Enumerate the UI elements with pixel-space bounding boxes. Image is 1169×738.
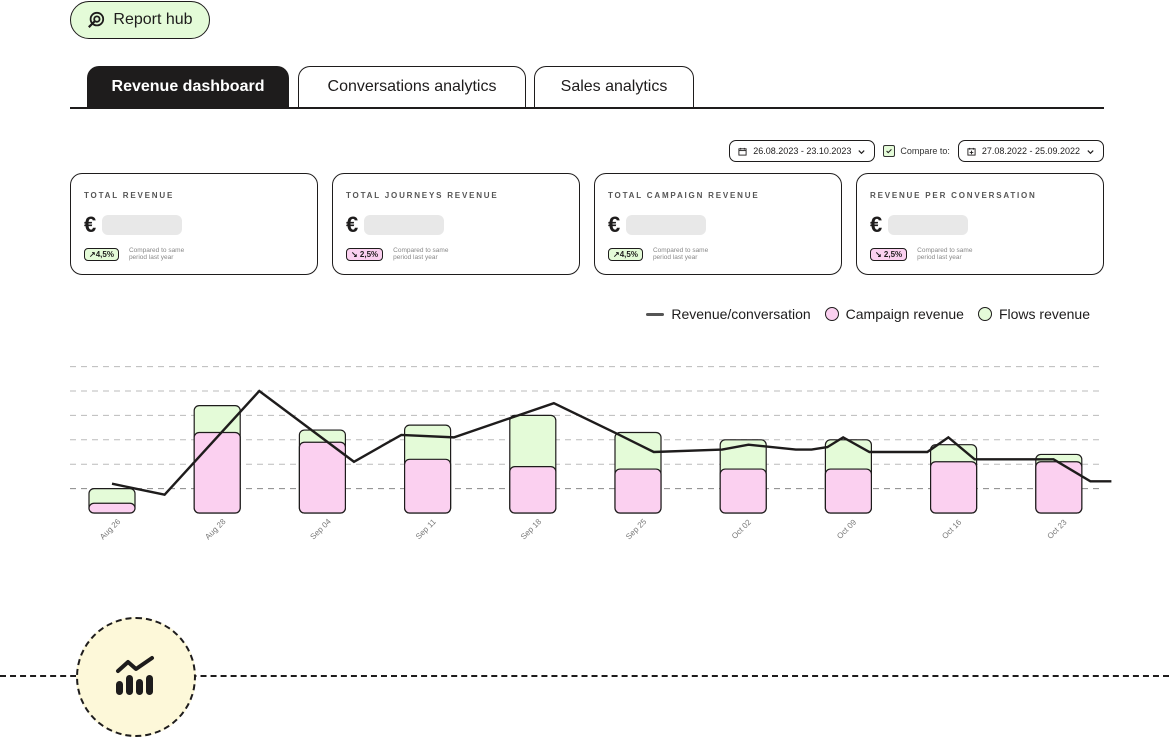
date-range-value: 26.08.2023 - 23.10.2023 bbox=[753, 146, 852, 156]
currency-symbol: € bbox=[346, 212, 359, 237]
compare-label: Compare to: bbox=[900, 146, 950, 156]
compare-toggle: Compare to: bbox=[883, 145, 950, 157]
line-swatch-icon bbox=[646, 312, 665, 316]
legend-label: Campaign revenue bbox=[845, 306, 964, 322]
comparison-note: Compared to same period last year bbox=[917, 247, 973, 261]
calendar-plus-icon bbox=[967, 147, 976, 156]
report-hub-label: Report hub bbox=[113, 11, 193, 28]
kpi-card-revenue-per-conversation: REVENUE PER CONVERSATION € ↘ 2,5% Compare… bbox=[856, 173, 1104, 275]
currency-symbol: € bbox=[84, 212, 97, 237]
bar-campaign-revenue bbox=[929, 461, 978, 514]
chevron-down-icon bbox=[1087, 149, 1094, 154]
compare-range-picker[interactable]: 27.08.2022 - 25.09.2022 bbox=[957, 140, 1104, 162]
x-tick-label: Sep 18 bbox=[519, 517, 544, 542]
compare-checkbox[interactable] bbox=[883, 145, 896, 157]
analytics-badge bbox=[76, 617, 196, 737]
tab-conversations-analytics[interactable]: Conversations analytics bbox=[298, 66, 526, 107]
change-badge: ↘ 2,5% bbox=[870, 247, 908, 261]
compare-range-value: 27.08.2022 - 25.09.2022 bbox=[981, 146, 1080, 156]
x-tick-label: Aug 26 bbox=[98, 517, 123, 542]
date-filters: 26.08.2023 - 23.10.2023 Compare to: 27.0… bbox=[729, 140, 1104, 162]
check-icon bbox=[886, 149, 893, 154]
legend-item-campaign-revenue[interactable]: Campaign revenue bbox=[824, 306, 964, 322]
bar-campaign-revenue bbox=[404, 458, 452, 514]
bar-campaign-revenue bbox=[88, 502, 136, 514]
kpi-card-campaign-revenue: TOTAL CAMPAIGN REVENUE € ↗4,5% Compared t… bbox=[594, 173, 842, 275]
date-range-picker[interactable]: 26.08.2023 - 23.10.2023 bbox=[729, 140, 876, 162]
chart-growth-icon bbox=[116, 656, 154, 695]
tab-sales-analytics[interactable]: Sales analytics bbox=[534, 66, 694, 107]
bar-campaign-revenue bbox=[719, 468, 767, 514]
chevron-down-icon bbox=[858, 149, 865, 154]
flows-swatch-icon bbox=[977, 307, 992, 321]
value-placeholder bbox=[888, 215, 969, 235]
legend-label: Flows revenue bbox=[998, 306, 1090, 322]
legend-label: Revenue/conversation bbox=[671, 306, 811, 322]
x-tick-label: Aug 28 bbox=[203, 517, 228, 542]
value-placeholder bbox=[102, 215, 183, 235]
x-tick-label: Sep 04 bbox=[308, 517, 333, 542]
x-tick-label: Oct 23 bbox=[1046, 517, 1069, 540]
card-title: TOTAL JOURNEYS REVENUE bbox=[346, 191, 499, 200]
currency-symbol: € bbox=[870, 212, 883, 237]
kpi-card-journeys-revenue: TOTAL JOURNEYS REVENUE € ↘ 2,5% Compared … bbox=[332, 173, 580, 275]
bar-campaign-revenue bbox=[1035, 461, 1083, 514]
campaign-swatch-icon bbox=[824, 307, 839, 321]
bar-campaign-revenue bbox=[193, 431, 241, 514]
x-tick-label: Oct 16 bbox=[940, 517, 963, 540]
legend-item-revenue-conversation[interactable]: Revenue/conversation bbox=[646, 306, 811, 322]
calendar-icon bbox=[738, 147, 747, 156]
revenue-chart: Aug 26 Aug 28 Sep 04 Sep 11 Sep 18 Sep 25 Oct … bbox=[70, 366, 1112, 542]
legend-item-flows-revenue[interactable]: Flows revenue bbox=[977, 306, 1090, 322]
card-title: TOTAL CAMPAIGN REVENUE bbox=[608, 191, 760, 200]
bar-campaign-revenue bbox=[614, 468, 662, 514]
kpi-cards: TOTAL REVENUE € ↗4,5% Compared to same pe… bbox=[70, 173, 1104, 275]
bar-campaign-revenue bbox=[509, 466, 557, 514]
value-placeholder bbox=[626, 215, 707, 235]
kpi-card-total-revenue: TOTAL REVENUE € ↗4,5% Compared to same pe… bbox=[70, 173, 318, 275]
tab-bar: Revenue dashboard Conversations analytic… bbox=[70, 66, 1104, 109]
card-title: TOTAL REVENUE bbox=[84, 191, 175, 200]
report-hub-icon bbox=[88, 11, 105, 28]
x-tick-label: Sep 25 bbox=[624, 517, 649, 542]
bar-campaign-revenue bbox=[298, 441, 346, 514]
report-hub-button[interactable]: Report hub bbox=[70, 1, 210, 39]
change-badge: ↗4,5% bbox=[608, 247, 643, 261]
x-tick-label: Oct 02 bbox=[730, 517, 753, 540]
value-placeholder bbox=[364, 215, 445, 235]
comparison-note: Compared to same period last year bbox=[393, 247, 449, 261]
tab-revenue-dashboard[interactable]: Revenue dashboard bbox=[87, 66, 289, 107]
x-tick-label: Oct 09 bbox=[835, 517, 858, 540]
chart-legend: Revenue/conversation Campaign revenue Fl… bbox=[646, 306, 1090, 322]
change-badge: ↘ 2,5% bbox=[346, 247, 384, 261]
card-title: REVENUE PER CONVERSATION bbox=[870, 191, 1037, 200]
change-badge: ↗4,5% bbox=[84, 247, 119, 261]
comparison-note: Compared to same period last year bbox=[128, 247, 185, 261]
currency-symbol: € bbox=[608, 212, 621, 237]
x-tick-label: Sep 11 bbox=[414, 517, 438, 541]
bar-campaign-revenue bbox=[824, 468, 873, 514]
comparison-note: Compared to same period last year bbox=[652, 247, 709, 261]
